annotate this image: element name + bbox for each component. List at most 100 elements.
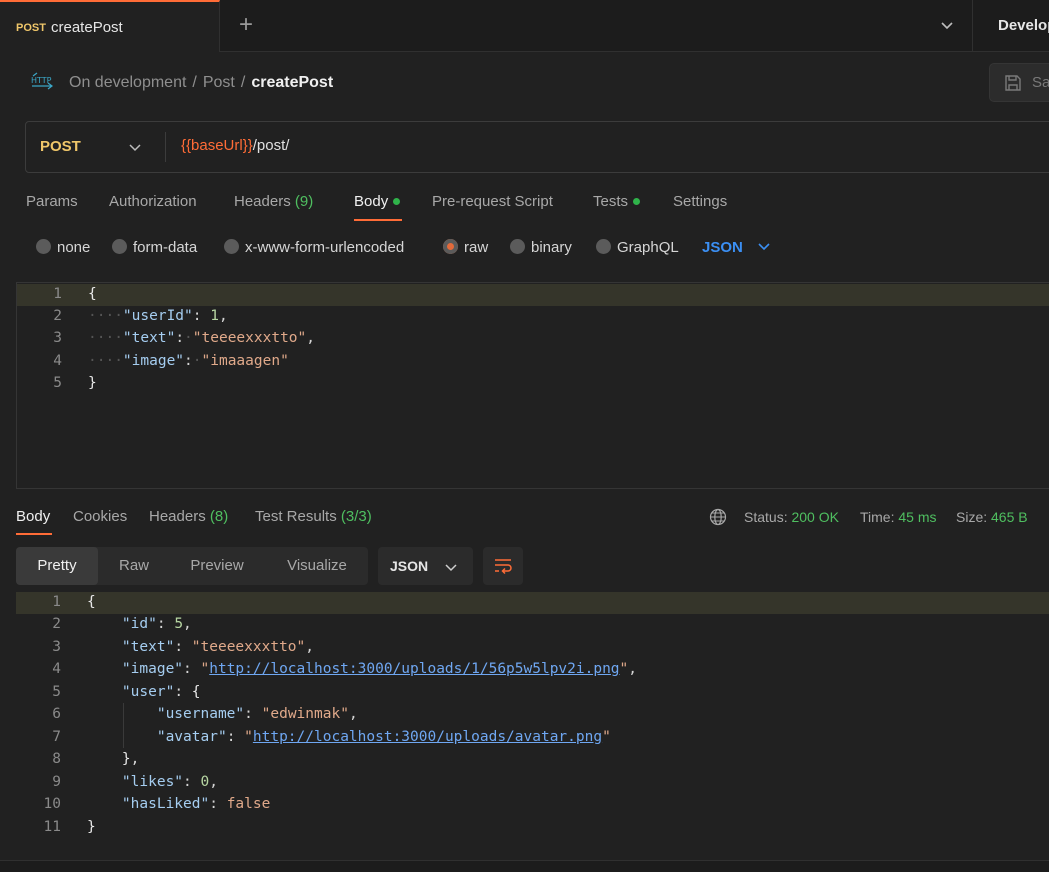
code-line: 11} — [16, 817, 1049, 839]
time-label: Time: — [860, 509, 895, 525]
tab-authorization[interactable]: Authorization — [109, 193, 197, 210]
view-visualize-button[interactable]: Visualize — [274, 547, 360, 585]
radio-circle — [36, 238, 51, 254]
response-tab-headers[interactable]: Headers (8) — [149, 508, 228, 525]
time-value: 45 ms — [898, 509, 937, 525]
tab-settings[interactable]: Settings — [673, 193, 727, 210]
response-time[interactable]: Time: 45 ms — [860, 509, 937, 525]
line-number: 10 — [43, 796, 61, 812]
code-text: }, — [121, 751, 140, 767]
breadcrumb-item-collection[interactable]: On development — [69, 74, 186, 91]
code-text: "text": "teeeexxxtto", — [121, 639, 315, 655]
wrap-lines-button[interactable] — [483, 547, 523, 585]
response-tab-cookies[interactable]: Cookies — [73, 508, 127, 525]
url-variable: {{baseUrl}} — [181, 137, 253, 154]
tab-label: Body — [354, 193, 389, 210]
chevron-down-icon[interactable] — [938, 16, 956, 34]
response-format-select[interactable]: JSON — [378, 547, 473, 585]
globe-icon[interactable] — [709, 508, 727, 526]
code-text: ····"userId": 1, — [88, 308, 228, 324]
code-text: } — [88, 375, 97, 391]
view-preview-button[interactable]: Preview — [178, 547, 256, 585]
response-tab-body[interactable]: Body — [16, 508, 50, 525]
request-tab-createpost[interactable]: POST createPost — [0, 0, 220, 52]
radio-label: form-data — [133, 239, 198, 256]
tab-label: Headers — [234, 193, 291, 210]
method-label: POST — [40, 138, 81, 155]
response-view-toggle: Pretty Raw Preview Visualize — [16, 547, 368, 585]
url-input[interactable]: {{baseUrl}}/post/ — [181, 137, 289, 154]
response-size[interactable]: Size: 465 B — [956, 509, 1028, 525]
line-number: 3 — [53, 330, 62, 346]
line-number: 2 — [52, 616, 61, 632]
tab-method-badge: POST — [16, 22, 46, 34]
view-raw-button[interactable]: Raw — [108, 547, 160, 585]
status-bar — [0, 860, 1049, 872]
radio-graphql[interactable]: GraphQL — [596, 238, 679, 256]
line-number: 3 — [52, 639, 61, 655]
line-number: 11 — [43, 819, 61, 835]
tab-label: Cookies — [73, 508, 128, 525]
breadcrumb-separator: / — [192, 74, 197, 91]
response-status[interactable]: Status: 200 OK — [744, 509, 839, 525]
code-text: "likes": 0, — [121, 774, 218, 790]
code-text: "image": "http://localhost:3000/uploads/… — [121, 661, 638, 677]
breadcrumb-item-request: createPost — [251, 74, 334, 91]
radio-circle — [112, 238, 127, 254]
response-tab-test-results[interactable]: Test Results (3/3) — [255, 508, 372, 525]
breadcrumb-item-folder[interactable]: Post — [203, 74, 235, 91]
request-body-editor[interactable]: 1{ 2 ····"userId": 1, 3 ····"text":·"teeee… — [16, 282, 1049, 489]
code-line: 1{ — [16, 592, 1049, 614]
code-text: "avatar": "http://localhost:3000/uploads… — [156, 729, 611, 745]
radio-label: none — [57, 239, 91, 256]
active-tab-indicator — [16, 533, 52, 535]
line-number: 5 — [53, 375, 62, 391]
plus-icon[interactable]: + — [234, 13, 258, 38]
tab-params[interactable]: Params — [26, 193, 78, 210]
line-number: 9 — [52, 774, 61, 790]
radio-label: binary — [531, 239, 572, 256]
line-number: 5 — [52, 684, 61, 700]
radio-binary[interactable]: binary — [510, 238, 572, 256]
radio-none[interactable]: none — [36, 238, 91, 256]
format-label: JSON — [702, 239, 743, 256]
tab-tests[interactable]: Tests — [593, 193, 641, 210]
chevron-down-icon — [129, 144, 141, 152]
code-text: ····"text":·"teeeexxxtto", — [88, 330, 316, 346]
radio-circle — [596, 238, 611, 254]
code-text: "username": "edwinmak", — [156, 706, 358, 722]
environment-selector[interactable]: Develop — [998, 17, 1049, 34]
url-path: /post/ — [252, 137, 290, 154]
http-icon: HTTP — [30, 71, 54, 93]
tab-body[interactable]: Body — [354, 193, 401, 210]
chevron-down-icon — [758, 243, 770, 251]
radio-label: x-www-form-urlencoded — [245, 239, 405, 256]
radio-circle — [510, 238, 525, 254]
status-value: 200 OK — [791, 509, 839, 525]
divider — [972, 0, 973, 52]
code-line: 3 "text": "teeeexxxtto", — [16, 637, 1049, 659]
tab-headers[interactable]: Headers (9) — [234, 193, 313, 210]
response-body-viewer[interactable]: 1{ 2 "id": 5, 3 "text": "teeeexxxtto", 4… — [16, 592, 1049, 842]
size-label: Size: — [956, 509, 988, 525]
breadcrumb: On development / Post / createPost — [69, 74, 333, 92]
body-format-select[interactable]: JSON — [702, 238, 771, 256]
radio-x-www-form-urlencoded[interactable]: x-www-form-urlencoded — [224, 238, 405, 256]
method-select[interactable]: POST — [26, 122, 166, 172]
code-text: } — [87, 819, 96, 835]
code-line: 3 ····"text":·"teeeexxxtto", — [17, 328, 1049, 350]
save-button[interactable]: Sa — [989, 63, 1049, 102]
tab-label: Headers — [149, 508, 206, 525]
radio-form-data[interactable]: form-data — [112, 238, 198, 256]
radio-raw[interactable]: raw — [443, 238, 488, 256]
view-pretty-button[interactable]: Pretty — [16, 547, 98, 585]
code-line: 6 "username": "edwinmak", — [16, 704, 1049, 726]
code-line: 10 "hasLiked": false — [16, 794, 1049, 816]
code-line: 5} — [17, 373, 1049, 395]
line-number: 2 — [53, 308, 62, 324]
code-text: "hasLiked": false — [121, 796, 271, 812]
tab-pre-request-script[interactable]: Pre-request Script — [432, 193, 553, 210]
code-text: "user": { — [121, 684, 201, 700]
tab-count: (9) — [294, 193, 314, 210]
code-text: "id": 5, — [121, 616, 192, 632]
